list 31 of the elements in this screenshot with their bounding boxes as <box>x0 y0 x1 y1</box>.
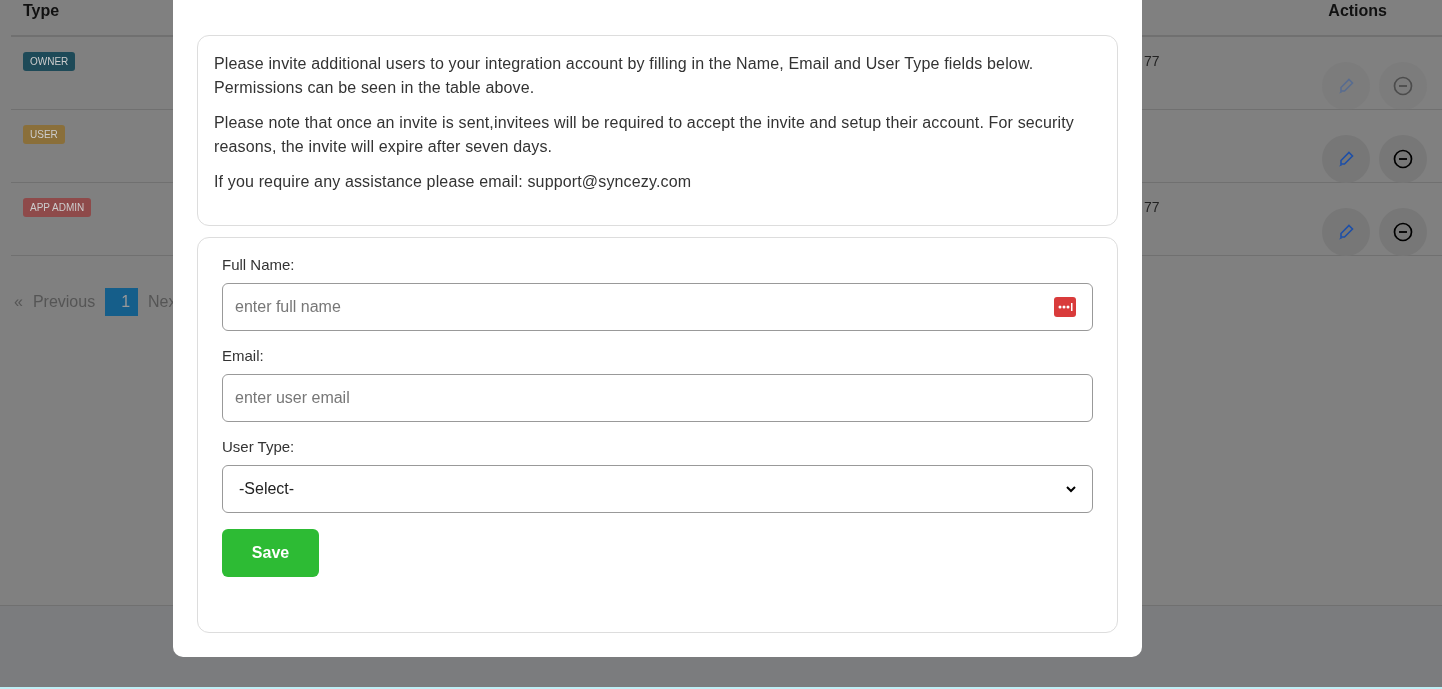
remove-button[interactable] <box>1379 135 1427 183</box>
input-field[interactable]: enter full name <box>222 283 1093 331</box>
info-paragraph: Please invite additional users to your integration account by filling in the Name, Email and User Type fields below. Permissions can be seen in the table above. <box>214 54 1035 98</box>
field-label: Full Name: <box>222 256 296 273</box>
pencil-icon <box>1337 223 1355 241</box>
table-cell: 77 <box>1144 53 1160 69</box>
minus-circle-icon <box>1393 222 1413 242</box>
column-header: Actions <box>1328 2 1387 21</box>
field-label: Email: <box>222 347 265 364</box>
select-field[interactable]: -Select- <box>222 465 1093 513</box>
minus-circle-icon <box>1393 76 1413 96</box>
type-badge: OWNER <box>23 52 76 71</box>
page-number[interactable]: 1 <box>105 288 139 316</box>
table-cell: 77 <box>1144 199 1160 215</box>
column-header: Type <box>23 2 60 21</box>
password-manager-icon[interactable] <box>1054 297 1076 317</box>
edit-button[interactable] <box>1322 135 1370 183</box>
info-paragraph: Please note that once an invite is sent,invitees will be required to accept the invite and setup their account. For security reasons, the invite will expire after seven days. <box>214 113 1075 157</box>
input-field[interactable]: enter user email <box>222 374 1093 422</box>
edit-button[interactable] <box>1322 208 1370 256</box>
chevron-down-icon <box>1066 485 1076 493</box>
pencil-icon <box>1337 150 1355 168</box>
type-badge: USER <box>23 125 65 144</box>
field-label: User Type: <box>222 438 296 455</box>
first-page-link[interactable]: « <box>14 293 23 311</box>
save-button[interactable]: Save <box>222 529 319 577</box>
minus-circle-icon <box>1393 149 1413 169</box>
info-paragraph: If you require any assistance please email: support@syncezy.com <box>214 172 693 192</box>
pencil-icon <box>1337 77 1355 95</box>
type-badge: APP ADMIN <box>23 198 92 217</box>
remove-button[interactable] <box>1379 208 1427 256</box>
